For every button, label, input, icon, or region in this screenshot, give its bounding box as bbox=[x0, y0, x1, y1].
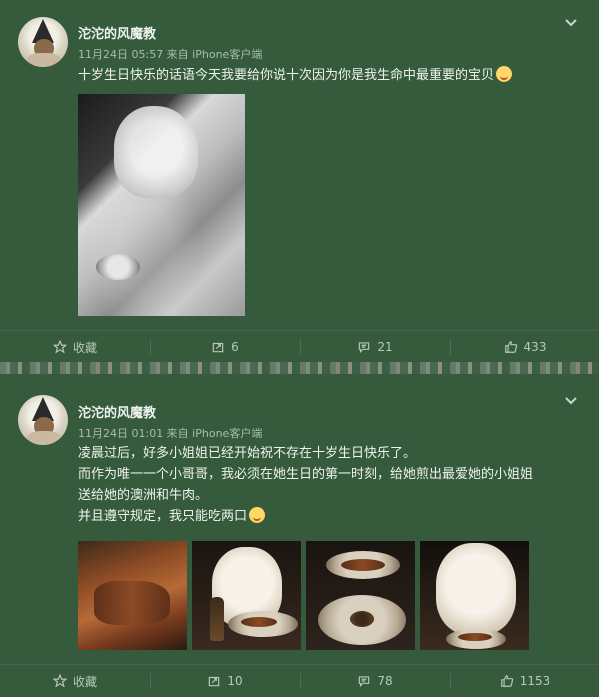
repost-icon bbox=[209, 676, 220, 687]
post-meta: 11月24日 01:01 来自 iPhone客户端 bbox=[78, 427, 263, 440]
food-image-subject bbox=[350, 611, 374, 627]
favorite-label: 收藏 bbox=[72, 340, 97, 355]
author-name[interactable]: 沱沱的风魔教 bbox=[78, 23, 156, 42]
steak-image-subject bbox=[341, 559, 385, 571]
bottle-image-subject bbox=[210, 597, 224, 641]
post-image[interactable] bbox=[420, 541, 529, 650]
post-text-line: 并且遵守规定，我只能吃两口 bbox=[78, 506, 579, 527]
comment-button[interactable]: 78 bbox=[300, 665, 450, 697]
divider bbox=[0, 362, 599, 374]
post-content: 凌晨过后，好多小姐姐已经开始祝不存在十岁生日快乐了。 而作为唯一一个小哥哥，我必… bbox=[78, 443, 579, 527]
repost-button[interactable]: 6 bbox=[150, 331, 300, 363]
steak-image-subject bbox=[241, 617, 277, 627]
comment-icon bbox=[359, 676, 370, 688]
post-image[interactable] bbox=[78, 541, 187, 650]
thumbs-up-icon bbox=[500, 675, 513, 687]
post-text-line: 凌晨过后，好多小姐姐已经开始祝不存在十岁生日快乐了。 bbox=[78, 446, 417, 461]
avatar[interactable] bbox=[18, 395, 68, 445]
post-meta: 11月24日 05:57 来自 iPhone客户端 bbox=[78, 48, 263, 61]
favorite-button[interactable]: 收藏 bbox=[0, 665, 150, 697]
comment-count: 78 bbox=[377, 674, 393, 688]
repost-button[interactable]: 10 bbox=[150, 665, 300, 697]
post-actions: 收藏 10 78 1153 bbox=[0, 664, 599, 697]
post-text-line: 而作为唯一一个小哥哥，我必须在她生日的第一时刻，给她煎出最爱她的小姐姐 bbox=[78, 467, 534, 482]
comment-button[interactable]: 21 bbox=[300, 331, 450, 363]
chevron-down-icon[interactable] bbox=[563, 15, 579, 31]
comment-count: 21 bbox=[377, 340, 393, 354]
post-image-grid bbox=[78, 541, 530, 650]
post-image[interactable] bbox=[78, 94, 245, 316]
smile-emoji-icon bbox=[496, 66, 513, 82]
like-button[interactable]: 1153 bbox=[450, 665, 599, 697]
post-image[interactable] bbox=[306, 541, 415, 650]
post-text-line: 送给她的澳洲和牛肉。 bbox=[78, 488, 209, 503]
comment-icon bbox=[359, 342, 370, 354]
chevron-down-icon[interactable] bbox=[563, 393, 579, 409]
smile-emoji-icon bbox=[249, 507, 266, 523]
post-actions: 收藏 6 21 433 bbox=[0, 330, 599, 363]
like-button[interactable]: 433 bbox=[450, 331, 599, 363]
star-icon bbox=[52, 674, 67, 688]
repost-icon bbox=[212, 342, 224, 353]
favorite-button[interactable]: 收藏 bbox=[0, 331, 150, 363]
post-text-line: 十岁生日快乐的话语今天我要给你说十次因为你是我生命中最重要的宝贝 bbox=[78, 65, 579, 86]
author-name[interactable]: 沱沱的风魔教 bbox=[78, 402, 156, 421]
dog-image-subject bbox=[436, 543, 516, 635]
like-count: 1153 bbox=[519, 674, 551, 688]
repost-count: 6 bbox=[231, 340, 239, 354]
repost-count: 10 bbox=[227, 674, 243, 688]
dog-image-subject bbox=[114, 106, 198, 198]
dog-image-subject bbox=[96, 254, 140, 280]
steak-image-subject bbox=[458, 633, 492, 641]
favorite-label: 收藏 bbox=[72, 674, 97, 689]
thumbs-up-icon bbox=[504, 341, 517, 353]
avatar[interactable] bbox=[18, 17, 68, 67]
post-card: 沱沱的风魔教 11月24日 01:01 来自 iPhone客户端 凌晨过后，好多… bbox=[0, 374, 599, 697]
star-icon bbox=[52, 340, 67, 354]
like-count: 433 bbox=[523, 340, 547, 354]
post-card: 沱沱的风魔教 11月24日 05:57 来自 iPhone客户端 十岁生日快乐的… bbox=[0, 0, 599, 362]
post-image[interactable] bbox=[192, 541, 301, 650]
post-content: 十岁生日快乐的话语今天我要给你说十次因为你是我生命中最重要的宝贝 bbox=[78, 65, 579, 86]
